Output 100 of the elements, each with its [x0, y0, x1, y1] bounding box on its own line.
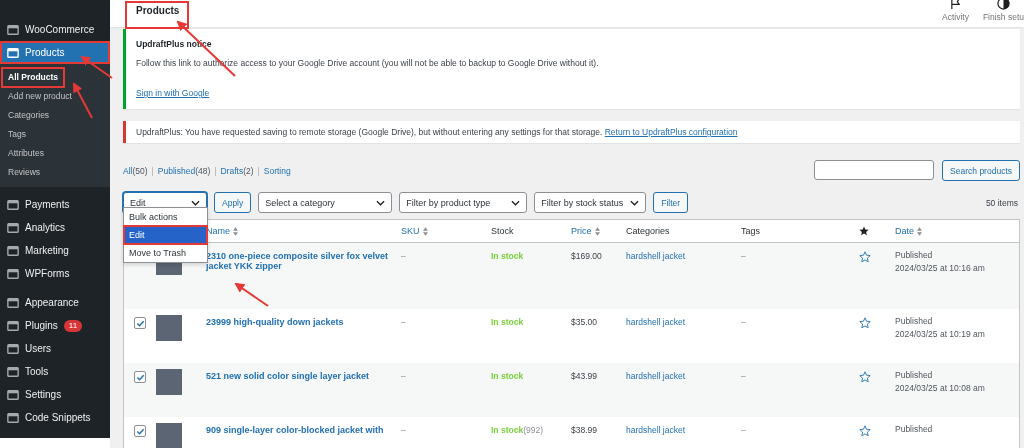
featured-star-icon[interactable]	[859, 315, 871, 329]
flag-icon	[949, 0, 961, 10]
date-cell-text: Published	[895, 423, 934, 436]
status-filter-link[interactable]: Drafts(2)	[220, 165, 254, 176]
submenu-item[interactable]: Reviews	[2, 163, 108, 182]
header-action[interactable]: Activity	[941, 0, 969, 22]
menu-option[interactable]: Move to Trash	[124, 244, 207, 262]
row-checkbox[interactable]	[134, 425, 146, 437]
sidebar-item[interactable]: Tools	[0, 360, 110, 383]
chevron-icon	[511, 199, 521, 206]
sidebar-item[interactable]: WooCommerce	[0, 18, 110, 41]
stock-cell-text: In stock	[491, 316, 525, 327]
featured-star-icon[interactable]	[859, 423, 871, 437]
stock-cell-text: In stock	[491, 370, 525, 381]
menu-icon	[7, 296, 19, 309]
filter-button[interactable]: Filter	[653, 192, 689, 213]
stock-cell-text: In stock	[491, 250, 525, 261]
search-field[interactable]	[814, 160, 935, 180]
status-filter-link[interactable]: All(50)	[123, 165, 148, 176]
menu-icon	[7, 319, 19, 332]
submenu-item[interactable]: Categories	[2, 106, 108, 125]
tags-cell-text: –	[741, 316, 747, 327]
featured-star-icon[interactable]	[859, 249, 871, 263]
notice-link[interactable]: Sign in with Google	[136, 88, 210, 98]
sidebar-item[interactable]: WPForms	[0, 262, 110, 285]
status-filter-link[interactable]: Sorting	[263, 165, 291, 176]
featured-star-icon[interactable]	[859, 369, 871, 383]
column-header[interactable]: Price	[571, 226, 626, 236]
product-name-link[interactable]: 521 new solid color single layer jacket	[206, 369, 401, 381]
column-header[interactable]: Tags	[741, 226, 859, 236]
product-name-link[interactable]: 23999 high-quality down jackets	[206, 315, 401, 327]
sidebar-item[interactable]: Plugins 11	[0, 314, 110, 337]
stock-cell-text: In stock(992)	[491, 424, 544, 435]
submenu-item[interactable]: Add new product	[2, 87, 108, 106]
column-header[interactable]: Name	[206, 226, 401, 236]
menu-icon	[7, 23, 19, 36]
submenu-item[interactable]: All Products	[2, 68, 65, 87]
menu-icon	[7, 198, 19, 211]
separator: |	[214, 165, 217, 176]
sort-icon	[422, 226, 428, 236]
search-button[interactable]: Search products	[942, 160, 1020, 181]
menu-icon	[7, 388, 19, 401]
sidebar-item[interactable]: Settings	[0, 383, 110, 406]
tags-cell-text: –	[741, 424, 747, 435]
product-thumbnail	[156, 369, 182, 395]
submenu-item[interactable]: Tags	[2, 125, 108, 144]
separator: |	[257, 165, 260, 176]
column-header[interactable]: Stock	[491, 226, 571, 236]
sku-cell-text: –	[401, 424, 407, 435]
date-cell-text: Published 2024/03/25 at 10:19 am	[895, 315, 986, 341]
chevron-icon	[630, 199, 640, 206]
category-link[interactable]: hardshell jacket	[626, 315, 741, 327]
contrast-icon	[996, 0, 1010, 10]
header-action[interactable]: Finish setu	[982, 0, 1024, 22]
sidebar-item[interactable]: Users	[0, 337, 110, 360]
update-count-badge: 11	[63, 319, 83, 332]
item-count: 50 items	[985, 197, 1019, 208]
apply-button[interactable]: Apply	[214, 192, 252, 213]
row-checkbox[interactable]	[134, 317, 146, 329]
product-thumbnail	[156, 423, 182, 448]
menu-icon	[7, 46, 19, 59]
menu-icon	[7, 221, 19, 234]
filter-select[interactable]: Select a category	[258, 192, 393, 213]
sidebar-item[interactable]: Payments	[0, 193, 110, 216]
sort-icon	[917, 226, 922, 236]
annotation-arrow	[234, 282, 269, 307]
submenu-item[interactable]: Attributes	[2, 144, 108, 163]
sort-icon	[594, 226, 600, 236]
sidebar-item[interactable]: Products	[0, 41, 110, 64]
sku-cell-text: –	[401, 370, 407, 381]
sidebar-item[interactable]: Analytics	[0, 216, 110, 239]
category-link[interactable]: hardshell jacket	[626, 423, 741, 435]
product-name-link[interactable]: 909 single-layer color-blocked jacket with	[206, 423, 401, 435]
column-header[interactable]: Date	[895, 226, 1019, 236]
sidebar-item[interactable]: Code Snippets	[0, 406, 110, 429]
category-link[interactable]: hardshell jacket	[626, 369, 741, 381]
column-header[interactable]: SKU	[401, 226, 491, 236]
annotation-arrow	[80, 55, 113, 79]
row-checkbox[interactable]	[134, 371, 146, 383]
menu-option[interactable]: Edit	[124, 226, 207, 244]
column-header[interactable]: Categories	[626, 226, 741, 236]
separator: |	[151, 165, 154, 176]
date-cell-text: Published 2024/03/25 at 10:08 am	[895, 369, 986, 395]
filter-select[interactable]: Filter by product type	[399, 192, 528, 213]
category-link[interactable]: hardshell jacket	[626, 249, 741, 261]
status-filter-link[interactable]: Published(48)	[157, 165, 211, 176]
menu-icon	[7, 411, 19, 424]
chevron-icon	[191, 199, 200, 206]
tags-cell-text: –	[741, 250, 747, 261]
filter-select[interactable]: Filter by stock status	[534, 192, 647, 213]
sidebar-item[interactable]: Marketing	[0, 239, 110, 262]
page-title: Products	[127, 3, 188, 27]
annotation-arrow	[73, 82, 93, 119]
sidebar-item[interactable]: Appearance	[0, 291, 110, 314]
menu-icon	[7, 365, 19, 378]
price-cell-text: $43.99	[571, 370, 598, 381]
notice-link[interactable]: Return to UpdraftPlus configuration	[604, 127, 738, 137]
price-cell-text: $35.00	[571, 316, 598, 327]
sort-icon	[233, 226, 238, 236]
menu-icon	[7, 342, 19, 355]
